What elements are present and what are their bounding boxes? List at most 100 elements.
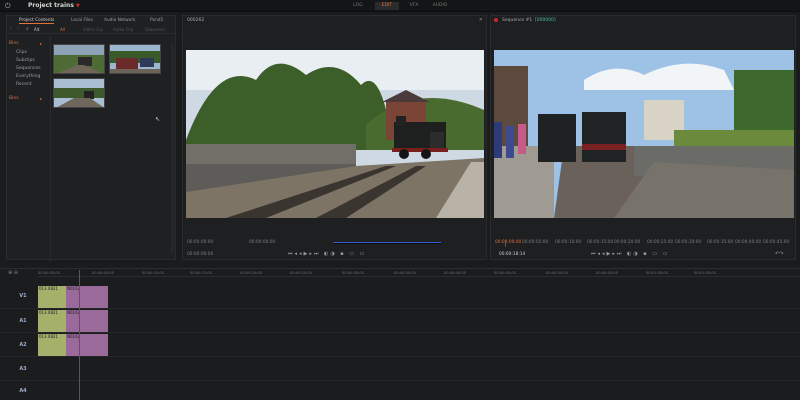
record-frame-image xyxy=(494,50,794,218)
bins2-expand-icon[interactable]: ▸ xyxy=(40,95,42,102)
record-tc-7: 00:00:35:00 xyxy=(707,240,734,245)
record-tc-1: 00:00:05:00 xyxy=(522,240,549,245)
track-label-v1: V1 xyxy=(19,293,27,299)
record-tc-8: 00:00:40:00 xyxy=(735,240,762,245)
mode-tab-log[interactable]: LOG xyxy=(346,2,370,10)
track-label-a2: A2 xyxy=(19,342,27,348)
search-input[interactable]: Ait xyxy=(34,27,50,33)
filter-sequence[interactable]: Sequence xyxy=(145,27,165,33)
tab-local-files[interactable]: Local Files xyxy=(71,17,93,24)
source-viewer: 000262 ✕ 00:00:00:00 00:00:00:00 00:00:0… xyxy=(182,15,487,260)
mode-tab-audio[interactable]: AUDIO xyxy=(428,2,452,10)
track-a2: A2 xyxy=(0,333,800,357)
filter-audio-clip[interactable]: Audio Clip xyxy=(113,27,133,33)
record-transport-controls[interactable]: ⏮◂◂▶▸⏭ ◐◑ ▪ ▭ ▭ xyxy=(591,251,669,258)
source-tc-mark: 00:00:00:00 xyxy=(249,240,276,245)
media-thumbnail[interactable] xyxy=(109,44,161,74)
ruler-tick: 00:00:55:00 xyxy=(596,271,618,275)
filter-all[interactable]: All xyxy=(60,27,65,33)
bins-expand-icon[interactable]: ▸ xyxy=(40,40,42,47)
sidebar-item-recent[interactable]: Recent xyxy=(16,81,32,88)
record-tc-3: 00:00:15:00 xyxy=(587,240,614,245)
bins-sidebar: Bins ▸ Clips Subclips Sequences Everythi… xyxy=(7,36,51,261)
clip-label: 013 0821 xyxy=(39,334,59,339)
media-thumbnail[interactable] xyxy=(53,44,105,74)
sidebar-item-subclips[interactable]: Subclips xyxy=(16,57,35,64)
ruler-tick: 00:00:40:00 xyxy=(444,271,466,275)
search-icon[interactable]: ⌕ xyxy=(26,26,29,32)
media-toolbar: ‹ › ⌕ Ait All Video Clip Audio Clip Sequ… xyxy=(7,26,177,34)
exit-icon[interactable]: ⏻ xyxy=(5,2,13,10)
record-tc-2: 00:00:10:00 xyxy=(555,240,582,245)
record-playhead-marker[interactable] xyxy=(505,240,506,247)
record-viewer-title: Sequence #1 xyxy=(502,18,533,23)
clip-label: 013 0821 xyxy=(39,286,59,291)
ruler-tick: 00:00:20:00 xyxy=(240,271,262,275)
tab-project-contents[interactable]: Project Contents xyxy=(19,17,55,24)
timeline: ⊕ ⊖ 00:00:00:00 00:00:05:00 00:00:10:00 … xyxy=(0,268,800,400)
timeline-ruler[interactable]: 00:00:00:00 00:00:05:00 00:00:10:00 00:0… xyxy=(38,269,800,277)
sidebar-item-sequences[interactable]: Sequences xyxy=(16,65,41,72)
media-panel: Project Contents Local Files Audio Netwo… xyxy=(6,15,177,261)
sidebar-item-everything[interactable]: Everything xyxy=(16,73,40,80)
project-title: Project trains xyxy=(28,2,74,9)
ruler-tick: 00:01:00:00 xyxy=(646,271,668,275)
source-video-frame xyxy=(186,50,484,218)
project-menu-caret-icon[interactable]: ▼ xyxy=(76,2,80,10)
forward-icon[interactable]: › xyxy=(17,26,19,32)
ruler-tick: 00:00:15:00 xyxy=(190,271,212,275)
ruler-tick: 00:00:45:00 xyxy=(494,271,516,275)
audio-clip[interactable]: N0162 xyxy=(66,334,108,356)
record-current-timecode[interactable]: 00:00:18:14 xyxy=(499,252,525,258)
tab-audio-network[interactable]: Audio Network xyxy=(104,17,136,24)
filter-video-clip[interactable]: Video Clip xyxy=(83,27,103,33)
ruler-tick: 00:00:00:00 xyxy=(38,271,60,275)
ruler-tick: 00:00:10:00 xyxy=(142,271,164,275)
record-indicator-icon xyxy=(494,18,498,22)
back-icon[interactable]: ‹ xyxy=(10,26,12,32)
record-tc-6: 00:00:30:00 xyxy=(675,240,702,245)
close-icon[interactable]: ✕ xyxy=(479,17,483,24)
ruler-tick: 00:01:05:00 xyxy=(694,271,716,275)
clip-label: 013 0821 xyxy=(39,310,59,315)
tab-pond5[interactable]: Pond5 xyxy=(150,17,163,24)
timeline-playhead[interactable] xyxy=(79,270,80,400)
ruler-tick: 00:00:25:00 xyxy=(290,271,312,275)
source-transport-controls[interactable]: ⏮◂◂▶▸⏭ ◐◑ ▪ ▭ ▭ xyxy=(288,251,366,258)
source-scrub-bar[interactable] xyxy=(333,242,441,244)
source-viewer-title: 000262 xyxy=(187,18,205,23)
video-clip[interactable]: N0162 xyxy=(66,286,108,308)
media-grid: ↖ xyxy=(53,36,175,261)
top-bar: ⏻ Project trains ▼ LOG EDIT VFX AUDIO xyxy=(0,0,800,12)
record-viewer: Sequence #1 [000000] 00:00:00:00 00:00:0… xyxy=(490,15,796,260)
record-tc-5: 00:00:25:00 xyxy=(647,240,674,245)
video-clip[interactable]: 013 0821 xyxy=(38,286,66,308)
record-viewer-subtitle: [000000] xyxy=(535,18,556,23)
zoom-icons[interactable]: ⊕ ⊖ xyxy=(8,270,18,276)
track-label-a3: A3 xyxy=(19,366,27,372)
sidebar-cat-bins[interactable]: Bins xyxy=(9,40,19,47)
ruler-tick: 00:00:30:00 xyxy=(342,271,364,275)
media-scrollbar[interactable] xyxy=(171,44,174,254)
audio-clip[interactable]: 013 0821 xyxy=(38,334,66,356)
mode-tab-edit[interactable]: EDIT xyxy=(375,2,399,10)
source-tc-start: 00:00:00:00 xyxy=(187,240,214,245)
record-tc-9: 00:00:45:00 xyxy=(763,240,790,245)
ruler-tick: 00:00:35:00 xyxy=(394,271,416,275)
ruler-tick: 00:00:50:00 xyxy=(546,271,568,275)
audio-clip[interactable]: 013 0821 xyxy=(38,310,66,332)
source-current-timecode[interactable]: 00:00:00:00 xyxy=(187,252,213,258)
track-a4: A4 xyxy=(0,381,800,400)
ruler-tick: 00:00:05:00 xyxy=(92,271,114,275)
track-a1: A1 xyxy=(0,309,800,333)
record-tc-4: 00:00:20:00 xyxy=(614,240,641,245)
mode-tab-vfx[interactable]: VFX xyxy=(402,2,426,10)
sidebar-item-clips[interactable]: Clips xyxy=(16,49,27,56)
track-label-a4: A4 xyxy=(19,388,27,394)
record-tc-0: 00:00:00:00 xyxy=(495,240,522,245)
media-thumbnail[interactable] xyxy=(53,78,105,108)
undo-redo-icons[interactable]: ↶↷ xyxy=(775,251,783,258)
audio-clip[interactable]: N0162 xyxy=(66,310,108,332)
sidebar-cat-bins-2[interactable]: Bins xyxy=(9,95,19,102)
track-label-a1: A1 xyxy=(19,318,27,324)
